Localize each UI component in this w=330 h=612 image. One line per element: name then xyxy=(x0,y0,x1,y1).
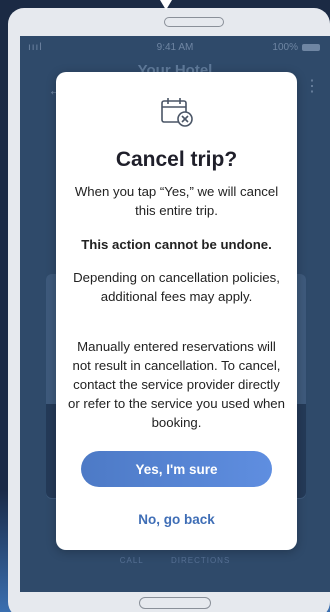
dialog-warning: This action cannot be undone. xyxy=(81,237,272,252)
home-button[interactable] xyxy=(139,597,211,609)
directions-action: DIRECTIONS xyxy=(170,556,231,565)
pointer-marker xyxy=(160,0,172,10)
battery-indicator: 100% xyxy=(272,42,320,53)
dialog-title: Cancel trip? xyxy=(115,148,238,171)
call-action: CALL xyxy=(119,556,144,565)
more-options-icon[interactable]: ⋮ xyxy=(304,76,320,96)
confirm-cancel-button[interactable]: Yes, I'm sure xyxy=(81,451,272,487)
dialog-fees-note: Depending on cancellation policies, addi… xyxy=(73,270,280,304)
battery-label: 100% xyxy=(272,42,298,53)
calendar-cancel-icon xyxy=(161,98,193,127)
battery-icon xyxy=(302,44,320,51)
dialog-manual-note: Manually entered reservations will not r… xyxy=(68,339,285,430)
speaker-grille xyxy=(164,17,224,27)
stage: ıııl 9:41 AM 100% ← Your Hotel ⋮ CALL DI… xyxy=(0,0,330,612)
cancel-trip-dialog: Cancel trip? When you tap “Yes,” we will… xyxy=(56,72,297,550)
go-back-button[interactable]: No, go back xyxy=(56,512,297,527)
dialog-message: When you tap “Yes,” we will cancel this … xyxy=(74,184,279,218)
status-bar: ıııl 9:41 AM 100% xyxy=(20,42,330,56)
background-actions: CALL DIRECTIONS xyxy=(20,556,330,565)
